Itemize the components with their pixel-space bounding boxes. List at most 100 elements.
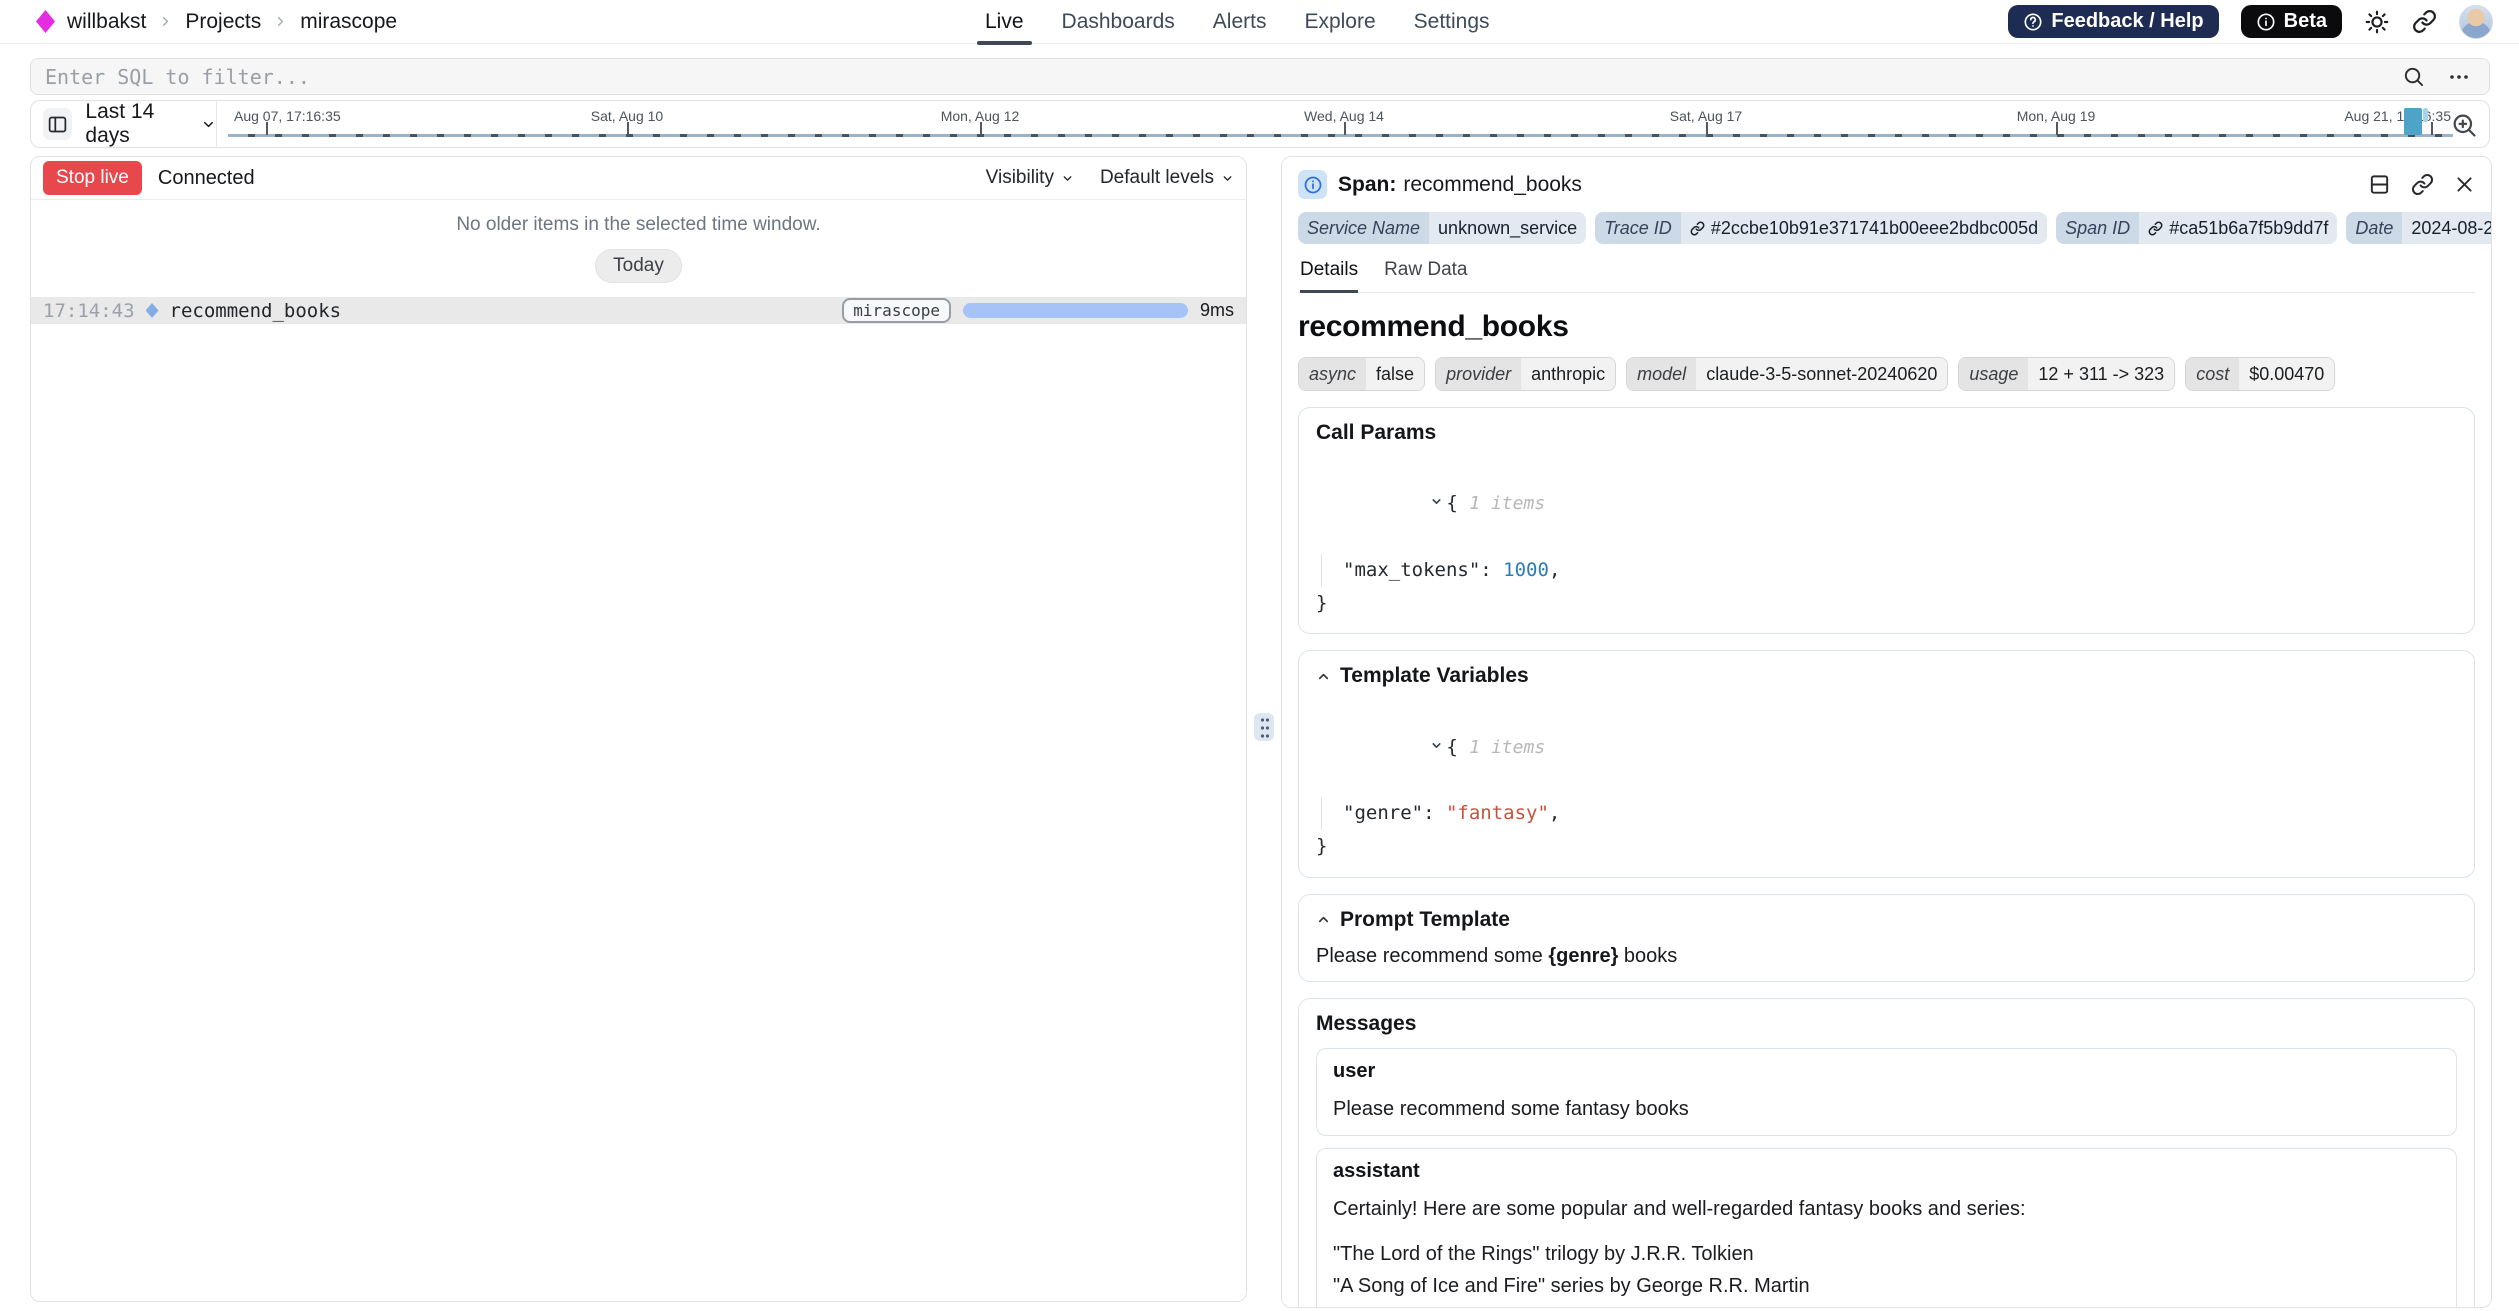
template-variables-title: Template Variables [1340,664,1529,688]
span-details-content: recommend_books asyncfalse provideranthr… [1298,310,2475,1308]
help-circle-icon [2023,12,2043,32]
prompt-template-text: Please recommend some {genre} books [1316,945,2457,968]
service-name-badge: Service Name unknown_service [1298,212,1586,244]
more-menu-icon[interactable] [2447,65,2471,89]
timeline-selection-nub [2423,108,2428,122]
template-variables-json: { 1 items "genre": "fantasy", } [1316,697,2457,863]
trace-row[interactable]: 17:14:43 recommend_books mirascope 9ms [31,297,1246,324]
timeline-tick [1344,122,1346,135]
span-id-badge[interactable]: Span ID #ca51b6a7f5b9dd7f [2056,212,2337,244]
function-name-heading: recommend_books [1298,310,2475,344]
span-detail-panel: Span: recommend_books Service Name unkno… [1281,156,2492,1308]
book-line: "The Lord of the Rings" trilogy by J.R.R… [1333,1239,2440,1269]
live-panel-header: Stop live Connected Visibility Default l… [31,157,1246,200]
beta-button[interactable]: Beta [2241,5,2342,38]
time-range-dropdown[interactable]: Last 14 days [85,100,216,148]
timeline-axis [228,134,2453,137]
messages-card: Messages user Please recommend some fant… [1298,998,2475,1309]
link-icon [1690,221,1705,236]
book-line: "The Wheel of Time" series by Robert Jor… [1333,1303,2440,1309]
template-variables-card: Template Variables { 1 items "genre": "f… [1298,650,2475,877]
tab-live[interactable]: Live [985,0,1024,43]
span-title-value: recommend_books [1403,173,1582,197]
call-params-json: { 1 items "max_tokens": 1000, } [1316,454,2457,620]
timeline-tick [627,122,629,135]
user-message-card: user Please recommend some fantasy books [1316,1048,2457,1136]
date-badge: Date 2024-08-21 [2346,212,2492,244]
share-link-icon[interactable] [2412,9,2437,34]
call-params-title: Call Params [1316,421,2457,445]
breadcrumb-projects[interactable]: Projects [185,10,261,34]
user-message-text: Please recommend some fantasy books [1333,1095,2440,1124]
timeline-tick-label: Aug 21, 17:16:35 [2344,108,2451,124]
search-icon[interactable] [2402,65,2425,88]
stop-live-button[interactable]: Stop live [43,161,142,195]
default-levels-dropdown[interactable]: Default levels [1100,167,1234,189]
span-tabs: Details Raw Data [1298,259,2475,293]
tab-details[interactable]: Details [1300,259,1358,293]
prompt-template-title: Prompt Template [1340,908,1510,932]
chevron-up-icon[interactable] [1316,912,1331,927]
user-avatar[interactable] [2459,5,2493,39]
timeline-tick [2056,122,2058,135]
timeline-selection-bar[interactable] [2404,108,2422,135]
main-nav: Live Dashboards Alerts Explore Settings [985,0,1490,43]
async-badge: asyncfalse [1298,357,1425,391]
timeline-tick-label: Aug 07, 17:16:35 [234,108,341,124]
theme-toggle-icon[interactable] [2364,9,2390,35]
collapse-toggle-icon[interactable] [1430,739,1443,752]
close-icon[interactable] [2454,174,2475,195]
timeline-bar: Last 14 days Aug 07, 17:16:35 Sat, Aug 1… [30,100,2490,148]
chevron-down-icon [1061,172,1074,185]
usage-badge: usage12 + 311 -> 323 [1958,357,2175,391]
app-header: willbakst Projects mirascope Live Dashbo… [0,0,2519,44]
live-trace-panel: Stop live Connected Visibility Default l… [30,156,1247,1302]
copy-link-icon[interactable] [2411,173,2434,196]
template-variable-token: {genre} [1548,945,1618,967]
tab-settings[interactable]: Settings [1414,0,1490,43]
zoom-in-icon[interactable] [2450,111,2478,139]
book-list: "The Lord of the Rings" trilogy by J.R.R… [1333,1239,2440,1309]
breadcrumb-project[interactable]: mirascope [300,10,397,34]
message-role: user [1333,1060,2440,1083]
messages-title: Messages [1316,1012,2457,1036]
breadcrumb: willbakst Projects mirascope [36,0,397,43]
feedback-help-button[interactable]: Feedback / Help [2008,5,2218,38]
prompt-template-card: Prompt Template Please recommend some {g… [1298,894,2475,982]
tab-alerts[interactable]: Alerts [1213,0,1267,43]
breadcrumb-org[interactable]: willbakst [67,10,146,34]
sql-filter-bar [30,58,2490,95]
book-line: "A Song of Ice and Fire" series by Georg… [1333,1271,2440,1301]
message-role: assistant [1333,1160,2440,1183]
visibility-dropdown[interactable]: Visibility [986,167,1074,189]
chevron-down-icon [1221,172,1234,185]
tab-explore[interactable]: Explore [1304,0,1375,43]
sidebar-toggle-icon[interactable] [43,108,72,140]
attribute-badges: asyncfalse provideranthropic modelclaude… [1298,357,2475,391]
empty-window-message: No older items in the selected time wind… [31,214,1246,236]
duration-label: 9ms [1200,300,1234,321]
timeline-plot[interactable]: Aug 07, 17:16:35 Sat, Aug 10 Mon, Aug 12… [216,101,2439,147]
split-view-icon[interactable] [2368,173,2391,196]
chevron-up-icon[interactable] [1316,669,1331,684]
connection-status: Connected [158,167,255,190]
trace-time: 17:14:43 [43,300,135,322]
duration-bar [963,303,1188,318]
grip-dots-icon [1260,716,1269,738]
timeline-tick [2431,122,2433,135]
span-title-label: Span: [1338,173,1396,197]
brand-logo-icon[interactable] [36,10,55,33]
tab-raw-data[interactable]: Raw Data [1384,259,1467,292]
panel-resize-handle[interactable] [1254,713,1274,741]
trace-id-badge[interactable]: Trace ID #2ccbe10b91e371741b00eee2bdbc00… [1595,212,2047,244]
header-actions: Feedback / Help Beta [2008,0,2493,43]
chevron-right-icon [273,14,288,29]
info-level-icon [1298,170,1327,199]
scope-badge: mirascope [842,298,951,323]
tab-dashboards[interactable]: Dashboards [1062,0,1175,43]
sql-filter-input[interactable] [31,65,2402,89]
today-badge[interactable]: Today [595,249,682,283]
cost-badge: cost$0.00470 [2185,357,2335,391]
collapse-toggle-icon[interactable] [1430,495,1443,508]
timeline-tick [980,122,982,135]
